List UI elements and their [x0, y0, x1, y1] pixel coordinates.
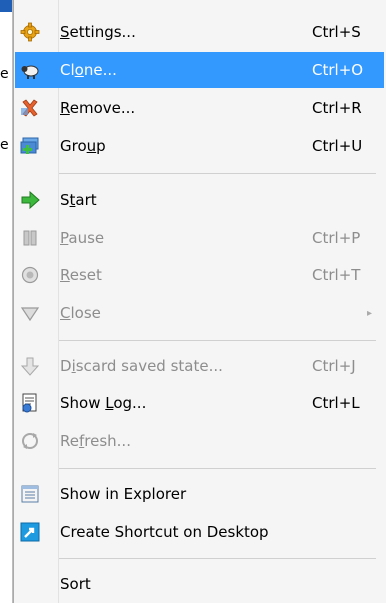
- background-titlebar-fragment: [0, 0, 12, 12]
- menu-item-discard-saved-state[interactable]: Discard saved state... Ctrl+J: [15, 348, 384, 384]
- close-triangle-icon: [20, 303, 40, 323]
- menu-item-settings[interactable]: Settings... Ctrl+S: [15, 14, 384, 50]
- menu-item-label: Group: [60, 137, 106, 155]
- start-arrow-icon: [20, 190, 40, 210]
- menu-item-group[interactable]: Group Ctrl+U: [15, 128, 384, 164]
- menu-item-clone[interactable]: Clone... Ctrl+O: [15, 52, 384, 88]
- refresh-icon: [20, 431, 40, 451]
- menu-separator: [59, 173, 376, 174]
- gear-icon: [20, 22, 40, 42]
- background-text-fragment: e: [0, 137, 9, 153]
- menu-item-shortcut: Ctrl+T: [312, 266, 361, 284]
- explorer-icon: [20, 484, 40, 504]
- log-icon: [20, 393, 40, 413]
- submenu-arrow-icon: ▸: [366, 307, 372, 319]
- menu-item-label: Reset: [60, 266, 102, 284]
- menu-item-shortcut: Ctrl+R: [312, 99, 362, 117]
- menu-item-label: Settings...: [60, 23, 136, 41]
- menu-item-label: Pause: [60, 229, 105, 247]
- pause-icon: [20, 228, 40, 248]
- menu-item-start[interactable]: Start: [15, 182, 384, 218]
- menu-item-label: Show Log...: [60, 394, 147, 412]
- background-window-edge: e e: [0, 0, 14, 603]
- menu-item-shortcut: Ctrl+O: [312, 61, 364, 79]
- menu-item-shortcut: Ctrl+J: [312, 357, 356, 375]
- menu-item-shortcut: Ctrl+P: [312, 229, 361, 247]
- menu-item-show-log[interactable]: Show Log... Ctrl+L: [15, 385, 384, 421]
- menu-separator: [59, 468, 376, 469]
- sheep-icon: [20, 60, 40, 80]
- menu-item-label: Close: [60, 304, 101, 322]
- menu-item-label: Refresh...: [60, 432, 131, 450]
- shortcut-icon: [20, 522, 40, 542]
- menu-item-label: Start: [60, 191, 97, 209]
- menu-item-show-in-explorer[interactable]: Show in Explorer: [15, 476, 384, 512]
- background-text-fragment: e: [0, 66, 9, 82]
- reset-icon: [20, 265, 40, 285]
- menu-item-close[interactable]: Close ▸: [15, 295, 384, 331]
- menu-item-remove[interactable]: Remove... Ctrl+R: [15, 90, 384, 126]
- remove-x-icon: [20, 98, 40, 118]
- menu-item-label: Show in Explorer: [60, 485, 187, 503]
- menu-item-sort[interactable]: Sort: [15, 566, 384, 602]
- menu-item-pause[interactable]: Pause Ctrl+P: [15, 220, 384, 256]
- menu-item-create-shortcut[interactable]: Create Shortcut on Desktop: [15, 514, 384, 550]
- menu-item-label: Remove...: [60, 99, 136, 117]
- menu-item-label: Create Shortcut on Desktop: [60, 523, 269, 541]
- menu-separator: [59, 340, 376, 341]
- menu-item-refresh[interactable]: Refresh...: [15, 423, 384, 459]
- menu-item-reset[interactable]: Reset Ctrl+T: [15, 257, 384, 293]
- menu-item-label: Clone...: [60, 61, 117, 79]
- menu-item-label: Sort: [60, 575, 91, 593]
- discard-arrow-icon: [20, 356, 40, 376]
- menu-item-shortcut: Ctrl+L: [312, 394, 360, 412]
- context-menu: Settings... Ctrl+S Clone... Ctrl+O Remov…: [13, 0, 386, 603]
- group-add-icon: [20, 136, 40, 156]
- menu-separator: [59, 558, 376, 559]
- menu-item-shortcut: Ctrl+S: [312, 23, 361, 41]
- menu-item-shortcut: Ctrl+U: [312, 137, 363, 155]
- menu-item-label: Discard saved state...: [60, 357, 223, 375]
